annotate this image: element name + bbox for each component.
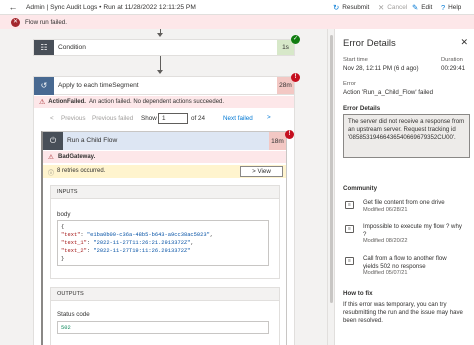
next-failed-button[interactable]: Next failed [223,115,253,122]
child-label: Run a Child Flow [67,137,118,144]
apply-header[interactable]: ↺ Apply to each timeSegment 28m [34,77,294,95]
success-check-icon: ✓ [291,35,300,44]
community-date: Modified 08/20/22 [363,238,408,244]
previous-button[interactable]: Previous [61,115,86,122]
panel-title: Error Details [343,38,396,49]
previous-arrow-icon: < [50,115,54,122]
banner-text: Flow run failed. [25,18,67,26]
resubmit-button[interactable]: ↻ Resubmit [333,0,369,15]
question-icon: ? [441,3,446,12]
outputs-section: OUTPUTS Status code 502 [50,287,280,345]
action-failed-code: ActionFailed. [48,99,86,105]
info-icon: ⓘ [48,171,55,177]
resubmit-icon: ↻ [333,3,340,12]
view-button[interactable]: > View [240,166,283,177]
retries-bar: ⓘ 8 retries occurred. > View [43,165,286,178]
duration-value: 00:29:41 [441,65,466,72]
community-title: Call from a flow to another flow yields … [363,255,447,270]
cancel-icon: ✕ [378,3,385,12]
connector-arrow-icon [157,70,163,74]
condition-label: Condition [58,44,86,51]
page-number-input[interactable]: 1 [158,113,188,124]
start-time-value: Nov 28, 12:11 PM (6 d ago) [343,65,419,72]
community-title: Impossible to execute my flow ? why ? [363,223,462,238]
error-banner: ✕ Flow run failed. [0,15,474,29]
scrollbar-thumb[interactable] [330,35,333,303]
inputs-header: INPUTS [57,189,78,195]
body-code-block: { "text": "e1ba0b00-c36a-48b5-b643-a9cc3… [57,220,269,266]
error-details-text: The server did not receive a response fr… [343,114,470,158]
community-date: Modified 06/28/21 [363,206,408,213]
inputs-section: INPUTS body { "text": "e1ba0b00-c36a-48b… [50,185,280,279]
error-code: BadGateway. [58,154,96,160]
code-line: { [61,224,65,230]
status-code-label: Status code [57,311,90,318]
chat-icon: ≡ [345,201,354,209]
page-total: of 24 [191,115,206,122]
action-failed-message: An action failed. No dependent actions s… [88,99,225,105]
child-header[interactable]: ⏻ Run a Child Flow 18m [43,132,286,150]
community-date: Modified 05/07/21 [363,270,408,276]
condition-icon: ☷ [34,40,54,55]
flow-canvas: ☷ Condition 1s ✓ ↺ Apply to each timeSeg… [0,29,327,345]
page-title: Admin | Sync Audit Logs • Run at 11/28/2… [26,3,196,11]
error-details-panel: Error Details ✕ Start time Nov 28, 12:11… [334,29,474,345]
start-time-label: Start time [343,57,368,63]
bad-gateway-bar: ⚠ BadGateway. [43,151,286,163]
warning-icon: ⚠ [48,154,54,161]
community-title: Get file content from one drive [363,199,445,206]
previous-failed-button[interactable]: Previous failed [92,115,133,122]
iteration-pager: < Previous Previous failed Show 1 of 24 … [34,113,294,125]
connector-arrow-icon [157,33,163,37]
how-to-fix-heading: How to fix [343,290,373,297]
community-item[interactable]: ≡ Get file content from one drive Modifie… [345,199,473,214]
warning-icon: ⚠ [39,99,46,106]
error-details-heading: Error Details [343,105,381,112]
edit-button[interactable]: ✎ Edit [412,0,432,15]
loop-icon: ↺ [34,77,54,95]
community-item[interactable]: ≡ Call from a flow to another flow yield… [345,255,463,277]
plug-icon: ⏻ [43,132,63,150]
outputs-header: OUTPUTS [57,291,84,297]
code-line: } [61,256,65,262]
chat-icon: ≡ [345,257,354,265]
apply-to-each-card: ↺ Apply to each timeSegment 28m ⚠ Action… [33,76,295,345]
close-icon[interactable]: ✕ [460,37,468,48]
code-line: "text": "e1ba0b00-c36a-48b5-b643-a9cc38a… [61,232,214,238]
next-failed-arrow-icon: > [267,114,271,121]
error-label: Error [343,81,356,87]
error-exclamation-icon: ! [291,73,300,82]
community-heading: Community [343,185,378,192]
duration-label: Duration [441,57,463,63]
error-exclamation-icon: ! [285,130,294,139]
back-arrow-icon[interactable]: ← [6,2,20,12]
code-line: "text_1": "2022-11-27T11:26:21.2913372Z"… [61,240,194,246]
error-circle-icon: ✕ [11,17,20,27]
run-child-flow-card: ⏻ Run a Child Flow 18m ⚠ BadGateway. ⓘ 8… [41,131,287,345]
error-value: Action 'Run_a_Child_Flow' failed [343,89,434,96]
help-button[interactable]: ? Help [441,0,461,15]
chevron-right-icon: > [252,168,256,175]
cancel-button[interactable]: ✕ Cancel [378,0,407,15]
show-label: Show [141,115,157,122]
chat-icon: ≡ [345,225,354,233]
code-line: "text_2": "2022-11-27T19:11:26.2913372Z" [61,248,191,254]
condition-card[interactable]: ☷ Condition 1s [33,39,295,56]
community-item[interactable]: ≡ Impossible to execute my flow ? why ? M… [345,223,463,245]
apply-label: Apply to each timeSegment [58,82,139,89]
status-code-value: 502 [57,321,269,334]
retries-text: 8 retries occurred. [57,168,106,174]
how-to-fix-text: If this error was temporary, you can try… [343,301,463,324]
action-failed-bar: ⚠ ActionFailed. An action failed. No dep… [34,96,294,108]
child-duration: 18m [269,132,286,150]
pencil-icon: ✎ [412,3,419,12]
body-label: body [57,211,71,218]
canvas-scrollbar[interactable] [327,29,334,345]
